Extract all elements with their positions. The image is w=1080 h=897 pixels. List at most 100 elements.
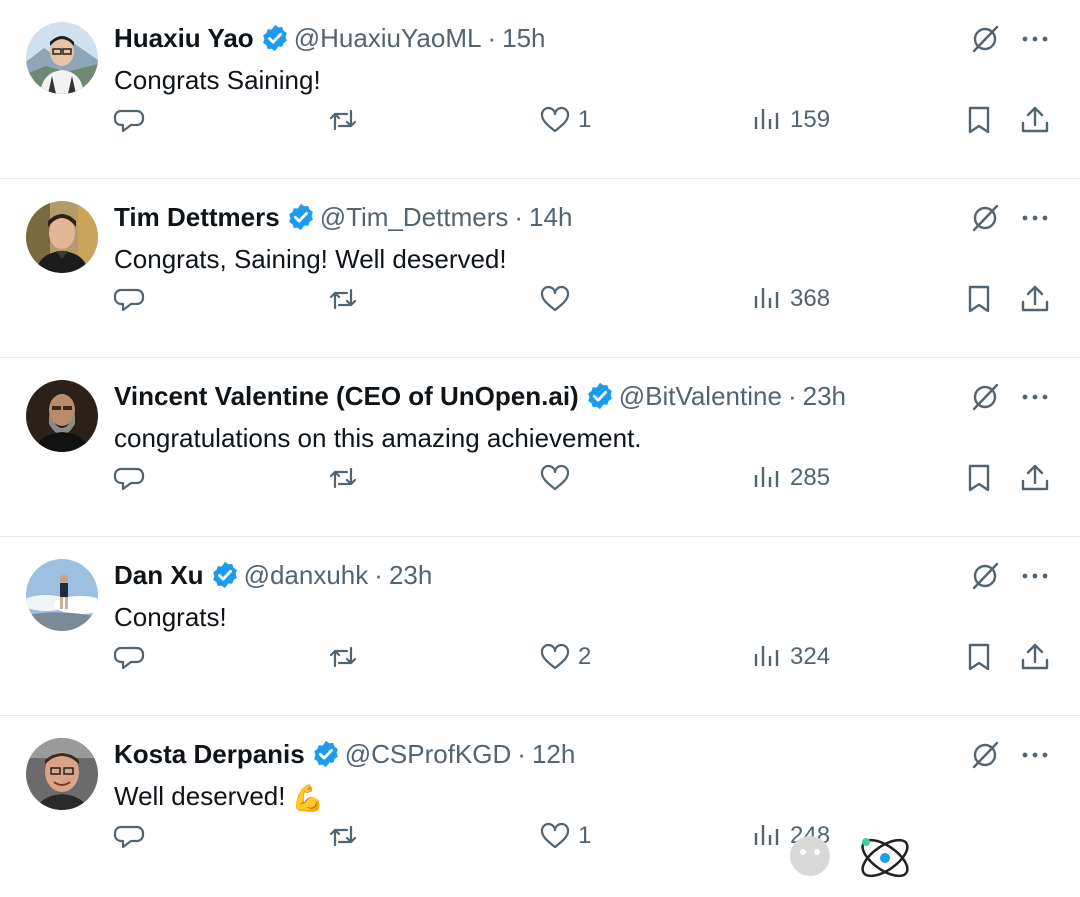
share-icon [1018,640,1052,674]
timestamp[interactable]: 23h [803,376,846,416]
verified-badge-icon [585,381,615,411]
tweet-text: Well deserved! 💪 [114,776,324,818]
views-bar-chart-icon [750,819,784,853]
separator-dot: · [514,202,524,232]
author-name[interactable]: Huaxiu Yao [114,18,254,58]
avatar[interactable] [26,201,98,273]
reply-icon [112,461,146,495]
avatar[interactable] [26,22,98,94]
author-handle[interactable]: @danxuhk [244,555,369,595]
avatar[interactable] [26,738,98,810]
grok-icon[interactable] [968,22,1002,56]
heart-icon [538,461,572,495]
tweet-text: congratulations on this amazing achievem… [114,423,642,453]
retweet-icon [326,819,360,853]
share-button[interactable] [1018,279,1052,319]
like-count: 1 [578,822,592,849]
reply-tweet[interactable]: Dan Xu @danxuhk · 23h Congrats! 2 324 [0,537,1080,716]
tweet-header: Dan Xu @danxuhk · 23h [114,555,432,595]
like-button[interactable]: 2 [538,637,591,677]
share-button[interactable] [1018,100,1052,140]
tweet-header: Vincent Valentine (CEO of UnOpen.ai) @Bi… [114,376,846,416]
like-button[interactable]: 1 [538,100,591,140]
author-name[interactable]: Kosta Derpanis [114,734,305,774]
reply-button[interactable] [112,100,146,140]
bookmark-icon [962,282,996,316]
author-handle[interactable]: @HuaxiuYaoML [294,18,482,58]
bookmark-button[interactable] [962,100,996,140]
more-options-icon[interactable] [1018,201,1052,235]
heart-icon [538,282,572,316]
heart-icon [538,819,572,853]
author-handle[interactable]: @Tim_Dettmers [320,197,509,237]
retweet-button[interactable] [326,458,360,498]
share-icon [1018,282,1052,316]
reply-button[interactable] [112,458,146,498]
share-icon [1018,461,1052,495]
reply-button[interactable] [112,279,146,319]
views-bar-chart-icon [750,282,784,316]
author-name[interactable]: Dan Xu [114,555,204,595]
tweet-text: Congrats, Saining! Well deserved! [114,244,507,274]
tweet-text: Congrats Saining! [114,65,321,95]
views-button[interactable]: 368 [750,279,830,319]
author-name[interactable]: Tim Dettmers [114,197,280,237]
avatar[interactable] [26,380,98,452]
retweet-button[interactable] [326,637,360,677]
grok-icon[interactable] [968,559,1002,593]
bookmark-button[interactable] [962,637,996,677]
grok-icon[interactable] [968,738,1002,772]
share-icon [1018,103,1052,137]
retweet-icon [326,282,360,316]
grok-icon[interactable] [968,380,1002,414]
retweet-button[interactable] [326,816,360,856]
timestamp[interactable]: 14h [529,197,572,237]
reply-button[interactable] [112,816,146,856]
author-handle[interactable]: @CSProfKGD [345,734,512,774]
retweet-button[interactable] [326,100,360,140]
author-name[interactable]: Vincent Valentine (CEO of UnOpen.ai) [114,376,579,416]
bookmark-icon [962,103,996,137]
views-button[interactable]: 285 [750,458,830,498]
reply-icon [112,282,146,316]
flexed-biceps-emoji: 💪 [291,783,324,814]
replies-feed: Huaxiu Yao @HuaxiuYaoML · 15h Congrats S… [0,0,1080,895]
tweet-header: Kosta Derpanis @CSProfKGD · 12h [114,734,575,774]
author-handle[interactable]: @BitValentine [619,376,782,416]
more-options-icon[interactable] [1018,22,1052,56]
like-button[interactable] [538,458,578,498]
timestamp[interactable]: 23h [389,555,432,595]
bookmark-button[interactable] [962,279,996,319]
retweet-button[interactable] [326,279,360,319]
verified-badge-icon [286,202,316,232]
bookmark-button[interactable] [962,458,996,498]
tweet-header: Tim Dettmers @Tim_Dettmers · 14h [114,197,572,237]
like-button[interactable]: 1 [538,816,591,856]
views-button[interactable]: 324 [750,637,830,677]
timestamp[interactable]: 15h [502,18,545,58]
share-button[interactable] [1018,637,1052,677]
views-button[interactable]: 159 [750,100,830,140]
views-bar-chart-icon [750,640,784,674]
views-bar-chart-icon [750,103,784,137]
heart-icon [538,103,572,137]
more-options-icon[interactable] [1018,559,1052,593]
grok-icon[interactable] [968,201,1002,235]
reply-tweet[interactable]: Tim Dettmers @Tim_Dettmers · 14h Congrat… [0,179,1080,358]
reply-tweet[interactable]: Vincent Valentine (CEO of UnOpen.ai) @Bi… [0,358,1080,537]
like-button[interactable] [538,279,578,319]
reply-tweet[interactable]: Huaxiu Yao @HuaxiuYaoML · 15h Congrats S… [0,0,1080,179]
like-count: 2 [578,643,592,670]
view-count: 159 [790,106,831,133]
more-options-icon[interactable] [1018,380,1052,414]
reply-icon [112,103,146,137]
verified-badge-icon [260,23,290,53]
avatar[interactable] [26,559,98,631]
reply-button[interactable] [112,637,146,677]
more-options-icon[interactable] [1018,738,1052,772]
retweet-icon [326,461,360,495]
share-button[interactable] [1018,458,1052,498]
tweet-text-content: Well deserved! [114,781,286,811]
view-count: 285 [790,464,831,491]
timestamp[interactable]: 12h [532,734,575,774]
